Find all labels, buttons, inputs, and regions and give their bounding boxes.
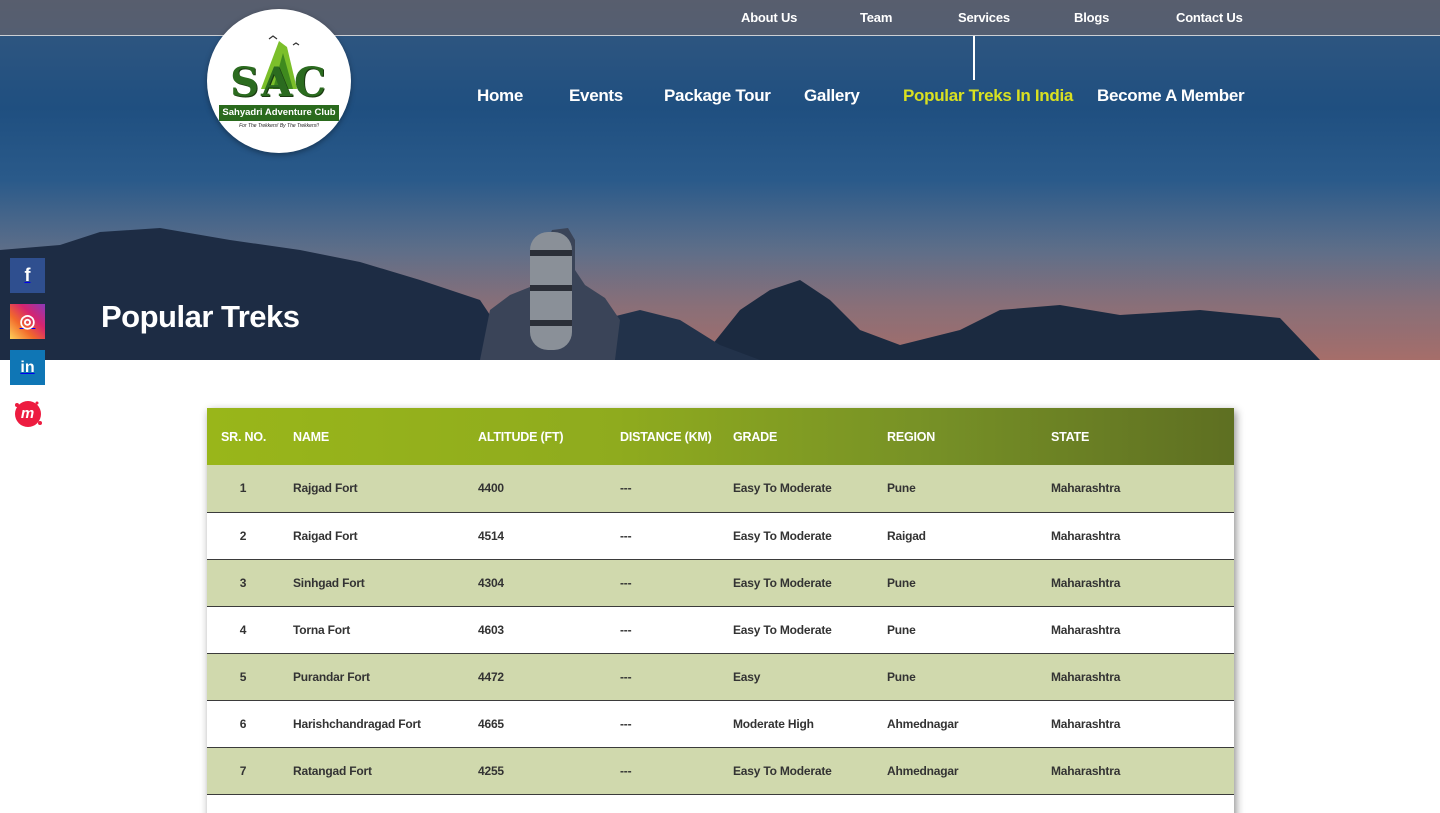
table-header-row: SR. NO. NAME ALTITUDE (FT) DISTANCE (KM)… (207, 408, 1234, 465)
cell-sr-no: 4 (239, 622, 247, 637)
instagram-icon[interactable]: ◎ (10, 304, 45, 339)
cell-distance: --- (620, 716, 632, 731)
cell-name: Raigad Fort (293, 528, 358, 543)
table-row: 8 AKK - Alang Madan Kulang 4841, 3000, 4… (207, 794, 1234, 813)
cell-state: Maharashtra (1051, 763, 1121, 778)
col-header-altitude: ALTITUDE (FT) (478, 429, 564, 444)
cell-sr-no: 3 (239, 575, 247, 590)
treks-table: SR. NO. NAME ALTITUDE (FT) DISTANCE (KM)… (207, 408, 1234, 813)
cell-altitude: 4304 (478, 575, 504, 590)
top-nav-blogs[interactable]: Blogs (1074, 10, 1109, 25)
cell-name: AKK - Alang Madan Kulang (279, 794, 464, 813)
cell-state: Maharashtra (1051, 528, 1121, 543)
nav-events[interactable]: Events (569, 86, 623, 106)
top-nav-services[interactable]: Services (958, 10, 1010, 25)
cell-state: Maharashtra (1051, 481, 1121, 496)
col-header-name: NAME (293, 429, 330, 444)
cell-region: Pune (887, 669, 916, 684)
logo-initials: SAC (230, 59, 328, 106)
cell-sr-no: 1 (239, 481, 247, 496)
cell-distance: --- (620, 669, 632, 684)
cell-distance: --- (620, 763, 632, 778)
services-indicator (973, 36, 975, 80)
linkedin-icon[interactable]: in (10, 350, 45, 385)
cell-sr-no: 5 (239, 669, 247, 684)
table-row: 4 Torna Fort 4603 --- Easy To Moderate P… (207, 606, 1234, 653)
cell-region: Pune (887, 575, 916, 590)
cell-altitude: 4603 (478, 622, 504, 637)
col-header-grade: GRADE (733, 429, 778, 444)
cell-grade: Easy To Moderate (733, 481, 832, 496)
col-header-region: REGION (887, 429, 936, 444)
cell-altitude: 4665 (478, 716, 504, 731)
logo-tagline: For The Trekkers! By The Trekkers!! (239, 123, 319, 129)
cell-state: Maharashtra (1051, 669, 1121, 684)
table-row: 5 Purandar Fort 4472 --- Easy Pune Mahar… (207, 653, 1234, 700)
table-row: 2 Raigad Fort 4514 --- Easy To Moderate … (207, 512, 1234, 559)
nav-gallery[interactable]: Gallery (804, 86, 860, 106)
table-row: 6 Harishchandragad Fort 4665 --- Moderat… (207, 700, 1234, 747)
cell-region: Raigad (887, 528, 926, 543)
cell-name: Torna Fort (293, 622, 351, 637)
cell-distance: --- (620, 481, 632, 496)
cell-state: Maharashtra (1051, 575, 1121, 590)
cell-distance: --- (606, 794, 719, 813)
cell-region: Pune (887, 481, 916, 496)
col-header-distance: DISTANCE (KM) (620, 429, 712, 444)
cell-grade: Easy To Moderate (733, 528, 832, 543)
cell-grade: High (719, 794, 873, 813)
meetup-icon[interactable]: m (10, 396, 45, 431)
logo-club-name: Sahyadri Adventure Club (219, 105, 339, 121)
cell-distance: --- (620, 528, 632, 543)
cell-sr-no: 8 (207, 794, 279, 813)
cell-name: Purandar Fort (293, 669, 370, 684)
cell-name: Ratangad Fort (293, 763, 372, 778)
nav-become-a-member[interactable]: Become A Member (1097, 86, 1245, 106)
cell-state: Maharashtra (1051, 622, 1121, 637)
cell-grade: Easy (733, 669, 761, 684)
cell-region: Ahmednagar (887, 763, 959, 778)
cell-grade: Moderate High (733, 716, 814, 731)
top-nav-contact-us[interactable]: Contact Us (1176, 10, 1243, 25)
cell-sr-no: 2 (239, 528, 247, 543)
col-header-state: STATE (1051, 429, 1090, 444)
cell-altitude: 4472 (478, 669, 504, 684)
cell-altitude: 4255 (478, 763, 504, 778)
cell-state: Maharashtra (1051, 716, 1121, 731)
site-logo[interactable]: SAC Sahyadri Adventure Club For The Trek… (207, 9, 351, 153)
nav-popular-treks-in-india[interactable]: Popular Treks In India (903, 86, 1073, 106)
cell-grade: Easy To Moderate (733, 763, 832, 778)
cell-region: Pune (887, 622, 916, 637)
cell-distance: --- (620, 575, 632, 590)
nav-package-tour[interactable]: Package Tour (664, 86, 771, 106)
cell-sr-no: 6 (239, 716, 247, 731)
cell-altitude: 4514 (478, 528, 504, 543)
cell-region: Ahmednagar (873, 794, 1037, 813)
cell-sr-no: 7 (239, 763, 247, 778)
cell-altitude: 4841, 3000, 4897 (464, 794, 606, 813)
table-row: 3 Sinhgad Fort 4304 --- Easy To Moderate… (207, 559, 1234, 606)
cell-grade: Easy To Moderate (733, 575, 832, 590)
cell-grade: Easy To Moderate (733, 622, 832, 637)
table-row: 1 Rajgad Fort 4400 --- Easy To Moderate … (207, 465, 1234, 512)
table-row: 7 Ratangad Fort 4255 --- Easy To Moderat… (207, 747, 1234, 794)
cell-state: Maharashtra (1037, 794, 1234, 813)
cell-distance: --- (620, 622, 632, 637)
treks-table-container: SR. NO. NAME ALTITUDE (FT) DISTANCE (KM)… (207, 408, 1234, 813)
cell-name: Rajgad Fort (293, 481, 358, 496)
page-title: Popular Treks (101, 299, 300, 334)
top-nav-about-us[interactable]: About Us (741, 10, 797, 25)
nav-home[interactable]: Home (477, 86, 523, 106)
cell-region: Ahmednagar (887, 716, 959, 731)
cell-name: Sinhgad Fort (293, 575, 365, 590)
facebook-icon[interactable]: f (10, 258, 45, 293)
cell-altitude: 4400 (478, 481, 504, 496)
top-nav-team[interactable]: Team (860, 10, 892, 25)
col-header-sr-no: SR. NO. (221, 429, 267, 444)
cell-name: Harishchandragad Fort (293, 716, 421, 731)
